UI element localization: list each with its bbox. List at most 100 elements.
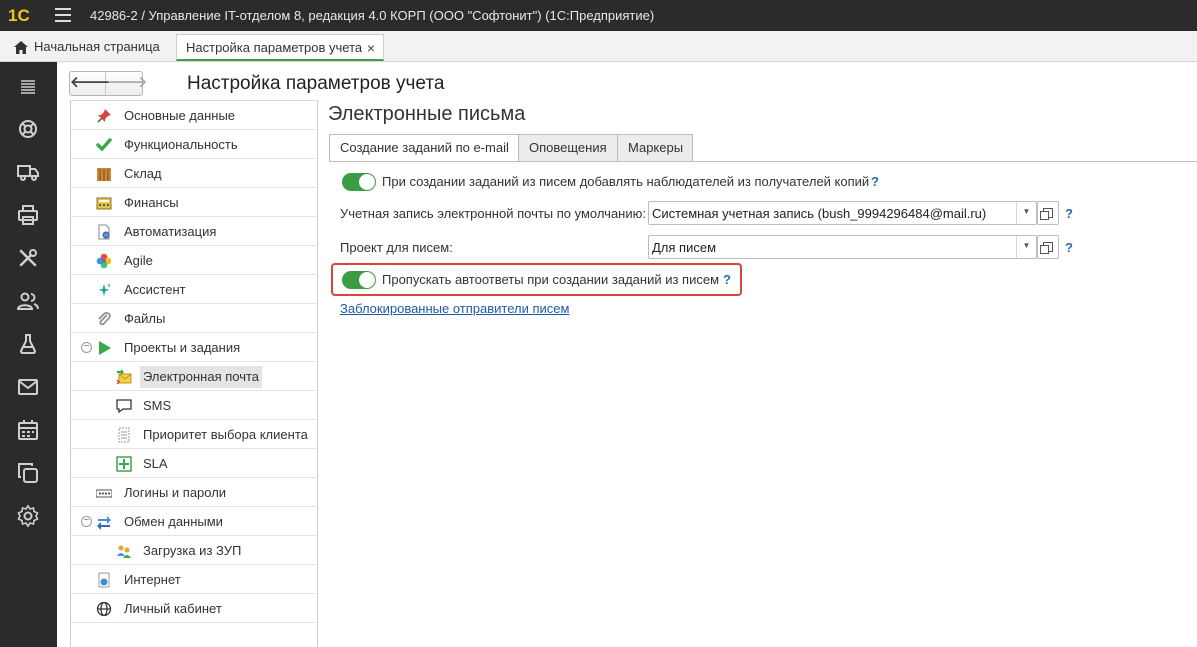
default-account-label: Учетная запись электронной почты по умол… bbox=[340, 206, 646, 221]
open-tabs-bar: Начальная страница Настройка параметров … bbox=[0, 31, 1197, 62]
lifebuoy-icon[interactable] bbox=[16, 117, 40, 141]
flower-icon bbox=[96, 253, 112, 269]
nav-label: Интернет bbox=[124, 572, 181, 587]
skip-autoreplies-help-icon[interactable]: ? bbox=[723, 272, 731, 287]
nav-item-personal-account[interactable]: Личный кабинет bbox=[71, 594, 318, 623]
nav-label: Логины и пароли bbox=[124, 485, 227, 500]
tools-icon[interactable] bbox=[16, 246, 40, 270]
chevron-down-icon[interactable]: ▼ bbox=[1016, 202, 1036, 224]
nav-item-sla[interactable]: SLA bbox=[71, 449, 318, 478]
home-icon bbox=[14, 41, 28, 55]
nav-item-files[interactable]: Файлы bbox=[71, 304, 318, 333]
open-account-button[interactable] bbox=[1037, 201, 1059, 225]
calculator-icon bbox=[96, 197, 112, 210]
chevron-down-icon[interactable]: ▼ bbox=[1016, 236, 1036, 258]
collapse-icon[interactable]: − bbox=[81, 342, 92, 353]
list-icon[interactable] bbox=[16, 74, 40, 98]
title-bar: 1С 42986-2 / Управление IT-отделом 8, ре… bbox=[0, 0, 1197, 31]
add-watchers-label: При создании заданий из писем добавлять … bbox=[382, 174, 870, 189]
users-icon[interactable] bbox=[16, 289, 40, 313]
nav-label: Склад bbox=[124, 166, 162, 181]
blocked-senders-link[interactable]: Заблокированные отправители писем bbox=[340, 301, 569, 316]
hamburger-menu-icon[interactable] bbox=[55, 8, 71, 22]
tab-home[interactable]: Начальная страница bbox=[6, 34, 168, 61]
nav-label: Электронная почта bbox=[140, 366, 263, 388]
tab-active-label: Настройка параметров учета bbox=[186, 40, 363, 55]
add-watchers-toggle[interactable] bbox=[342, 173, 376, 191]
nav-item-assistant[interactable]: Ассистент bbox=[71, 275, 318, 304]
nav-item-warehouse[interactable]: Склад bbox=[71, 159, 318, 188]
nav-label: Личный кабинет bbox=[124, 601, 222, 616]
default-account-help-icon[interactable]: ? bbox=[1065, 206, 1073, 221]
history-navigation: 🡐 🡒 bbox=[69, 71, 147, 96]
printer-icon[interactable] bbox=[16, 203, 40, 227]
globe-icon bbox=[96, 601, 112, 617]
close-icon[interactable]: × bbox=[367, 35, 375, 61]
open-project-button[interactable] bbox=[1037, 235, 1059, 259]
sparkle-icon bbox=[98, 283, 111, 296]
sections-panel bbox=[0, 62, 57, 647]
nav-label: SLA bbox=[143, 456, 168, 471]
copy-icon[interactable] bbox=[16, 461, 40, 485]
app-title: 42986-2 / Управление IT-отделом 8, редак… bbox=[90, 8, 655, 23]
nav-label: Обмен данными bbox=[124, 514, 223, 529]
calendar-icon[interactable] bbox=[16, 418, 40, 442]
tab-notifications[interactable]: Оповещения bbox=[518, 134, 618, 162]
internet-icon bbox=[98, 572, 110, 588]
default-account-field[interactable]: Системная учетная запись (bush_999429648… bbox=[648, 201, 1037, 225]
gear-icon[interactable] bbox=[16, 504, 40, 528]
tabs-divider bbox=[329, 161, 1197, 162]
nav-item-basic-data[interactable]: Основные данные bbox=[71, 101, 318, 130]
add-watchers-help-icon[interactable]: ? bbox=[871, 174, 879, 189]
settings-nav-tree: Основные данные Функциональность Склад Ф… bbox=[70, 100, 318, 647]
tab-email-task-creation[interactable]: Создание заданий по e-mail bbox=[329, 134, 519, 162]
sla-grid-icon bbox=[116, 456, 132, 472]
paperclip-icon bbox=[98, 312, 111, 326]
back-button[interactable]: 🡐 bbox=[70, 72, 110, 95]
nav-label: SMS bbox=[143, 398, 172, 413]
nav-item-zup-import[interactable]: Загрузка из ЗУП bbox=[71, 536, 318, 565]
users-import-icon bbox=[117, 545, 131, 558]
tab-markers[interactable]: Маркеры bbox=[617, 134, 693, 162]
speech-bubble-icon bbox=[116, 399, 132, 414]
nav-label: Основные данные bbox=[124, 108, 236, 123]
nav-item-functionality[interactable]: Функциональность bbox=[71, 130, 318, 159]
nav-item-projects[interactable]: − Проекты и задания bbox=[71, 333, 318, 362]
skip-autoreplies-label: Пропускать автоответы при создании задан… bbox=[382, 272, 720, 287]
nav-item-logins[interactable]: Логины и пароли bbox=[71, 478, 318, 507]
nav-item-data-exchange[interactable]: − Обмен данными bbox=[71, 507, 318, 536]
flask-icon[interactable] bbox=[16, 332, 40, 356]
nav-label: Приоритет выбора клиента bbox=[143, 427, 308, 442]
nav-item-agile[interactable]: Agile bbox=[71, 246, 318, 275]
project-field[interactable]: Для писем ▼ bbox=[648, 235, 1037, 259]
nav-label: Ассистент bbox=[124, 282, 186, 297]
nav-item-internet[interactable]: Интернет bbox=[71, 565, 318, 594]
project-label: Проект для писем: bbox=[340, 240, 453, 255]
list-doc-icon bbox=[118, 427, 130, 443]
nav-item-email[interactable]: Электронная почта bbox=[71, 362, 318, 391]
nav-item-finance[interactable]: Финансы bbox=[71, 188, 318, 217]
open-icon bbox=[1040, 208, 1053, 220]
nav-label: Финансы bbox=[124, 195, 179, 210]
skip-autoreplies-toggle[interactable] bbox=[342, 271, 376, 289]
1c-logo[interactable]: 1С bbox=[8, 5, 48, 25]
truck-icon[interactable] bbox=[16, 160, 40, 184]
exchange-icon bbox=[97, 516, 111, 530]
mail-icon[interactable] bbox=[16, 375, 40, 399]
page-title: Настройка параметров учета bbox=[187, 73, 445, 94]
nav-item-sms[interactable]: SMS bbox=[71, 391, 318, 420]
pin-icon bbox=[97, 109, 111, 123]
warehouse-icon bbox=[97, 168, 111, 181]
nav-item-client-priority[interactable]: Приоритет выбора клиента bbox=[71, 420, 318, 449]
forward-button[interactable]: 🡒 bbox=[107, 72, 147, 95]
project-help-icon[interactable]: ? bbox=[1065, 240, 1073, 255]
nav-label: Agile bbox=[124, 253, 153, 268]
nav-item-automation[interactable]: Автоматизация bbox=[71, 217, 318, 246]
nav-label: Функциональность bbox=[124, 137, 238, 152]
password-icon bbox=[96, 489, 112, 498]
tab-accounting-settings[interactable]: Настройка параметров учета × bbox=[176, 34, 384, 61]
nav-label: Проекты и задания bbox=[124, 340, 241, 355]
collapse-icon[interactable]: − bbox=[81, 516, 92, 527]
check-icon bbox=[96, 138, 112, 152]
section-title: Электронные письма bbox=[328, 103, 526, 125]
